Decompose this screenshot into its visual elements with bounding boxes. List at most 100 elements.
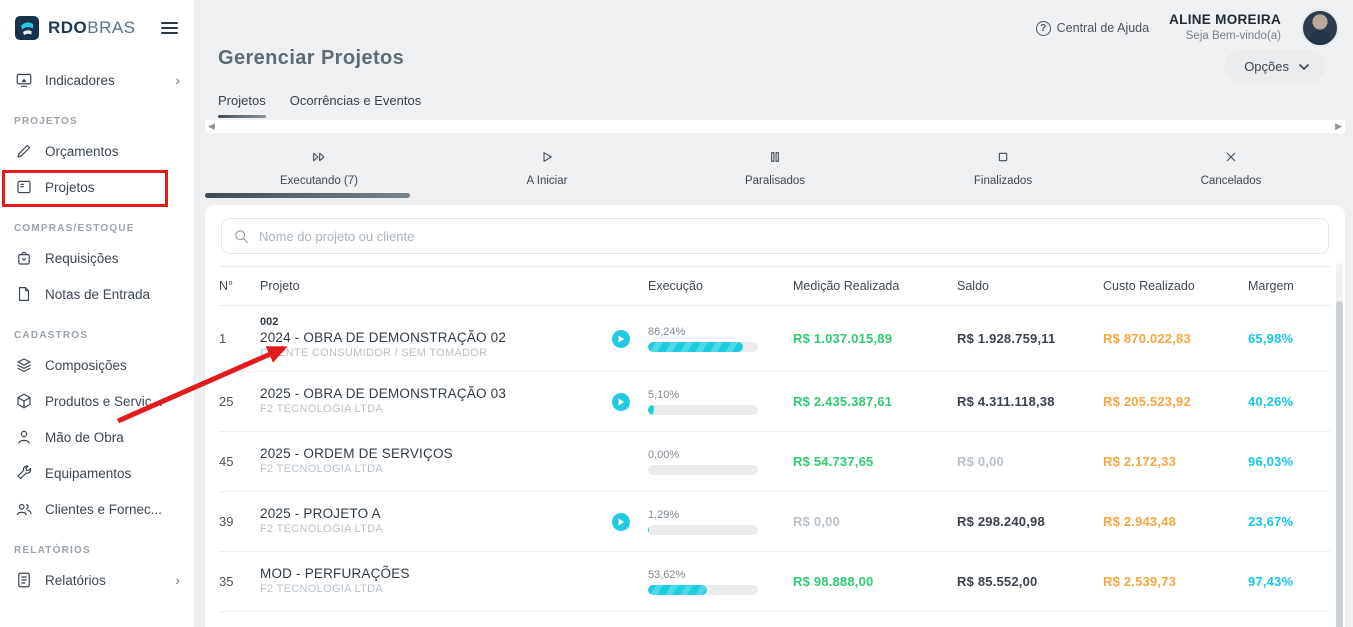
sidebar-item-notas-de-entrada[interactable]: Notas de Entrada ›: [0, 276, 194, 312]
sidebar-item-label: Orçamentos: [45, 144, 119, 159]
table-row[interactable]: 1 002 2024 - OBRA DE DEMONSTRAÇÃO 02 CLI…: [219, 306, 1331, 372]
play-icon: [539, 149, 555, 168]
table-row[interactable]: 35 MOD - PERFURAÇÕES F2 TECNOLOGIA LTDA …: [219, 552, 1331, 612]
status-tabs: Executando (7) A Iniciar Paralisados Fin…: [205, 138, 1345, 198]
row-number: 25: [219, 394, 260, 409]
saldo-value: R$ 1.928.759,11: [957, 331, 1103, 346]
scroll-right-icon[interactable]: ▶: [1335, 120, 1342, 133]
margem-value: 23,67%: [1248, 514, 1331, 529]
horizontal-scrollbar[interactable]: ◀ ▶: [205, 120, 1345, 133]
status-tab-paralisados[interactable]: Paralisados: [661, 138, 889, 198]
scrollbar-thumb[interactable]: [1336, 301, 1343, 627]
hamburger-menu-icon[interactable]: [161, 19, 178, 37]
status-tab-cancelados[interactable]: Cancelados: [1117, 138, 1345, 198]
project-name[interactable]: 2025 - ORDEM DE SERVIÇOS: [260, 446, 612, 463]
pencil-icon: [14, 142, 33, 161]
scroll-left-icon[interactable]: ◀: [208, 120, 215, 133]
medicao-realizada-value: R$ 2.435.387,61: [793, 394, 957, 409]
user-block[interactable]: ALINE MOREIRA Seja Bem-vindo(a): [1169, 12, 1281, 43]
user-name: ALINE MOREIRA: [1169, 12, 1281, 29]
sidebar-item-label: Mão de Obra: [45, 430, 124, 445]
pause-icon: [767, 149, 783, 168]
sidebar-item-projetos[interactable]: Projetos ›: [0, 169, 194, 205]
tab-ocorrencias-e-eventos[interactable]: Ocorrências e Eventos: [290, 93, 422, 118]
execution-progress-bar: [648, 585, 758, 595]
medicao-realizada-value: R$ 0,00: [793, 514, 957, 529]
status-label: Executando (7): [280, 175, 358, 187]
status-label: Cancelados: [1201, 175, 1262, 187]
execution-progress-bar: [648, 525, 758, 535]
user-avatar[interactable]: [1301, 9, 1339, 47]
sidebar-item-relato-rios[interactable]: Relatórios ›: [0, 562, 194, 598]
status-tab-a-iniciar[interactable]: A Iniciar: [433, 138, 661, 198]
sidebar-item-requisic-o-es[interactable]: Requisições ›: [0, 240, 194, 276]
col-custo-realizado: Custo Realizado: [1103, 279, 1248, 293]
status-label: A Iniciar: [527, 175, 568, 187]
topbar: ? Central de Ajuda ALINE MOREIRA Seja Be…: [1036, 9, 1339, 47]
people-icon: [14, 500, 33, 519]
help-center-link[interactable]: ? Central de Ajuda: [1036, 21, 1149, 36]
page-title: Gerenciar Projetos: [218, 47, 404, 70]
logo-row: RDOBRAS: [0, 0, 194, 54]
sidebar-item-clientes-e-fornec[interactable]: Clientes e Fornec... ›: [0, 491, 194, 527]
sidebar-item-label: Projetos: [45, 180, 95, 195]
medicao-realizada-value: R$ 1.037.015,89: [793, 331, 957, 346]
project-name[interactable]: 2024 - OBRA DE DEMONSTRAÇÃO 02: [260, 330, 612, 347]
status-tab-executando-7[interactable]: Executando (7): [205, 138, 433, 198]
tab-projetos[interactable]: Projetos: [218, 93, 266, 118]
sidebar-item-composic-o-es[interactable]: Composições ›: [0, 347, 194, 383]
project-name[interactable]: 2025 - OBRA DE DEMONSTRAÇÃO 03: [260, 386, 612, 403]
row-number: 1: [219, 331, 260, 346]
rdobras-logo-icon: [14, 15, 40, 41]
sidebar-item-orc-amentos[interactable]: Orçamentos ›: [0, 133, 194, 169]
execution-percentage: 1,29%: [648, 509, 793, 521]
sidebar-item-label: Indicadores: [45, 73, 115, 88]
sidebar-section-label: CADASTROS: [14, 330, 180, 343]
status-tab-finalizados[interactable]: Finalizados: [889, 138, 1117, 198]
custo-realizado-value: R$ 2.172,33: [1103, 454, 1248, 469]
execution-progress-bar: [648, 465, 758, 475]
search-bar: [221, 218, 1329, 254]
project-name[interactable]: MOD - PERFURAÇÕES: [260, 566, 612, 583]
fast-forward-icon: [311, 149, 327, 168]
execution-progress-bar: [648, 342, 758, 352]
sidebar-item-indicadores[interactable]: Indicadores ›: [0, 62, 194, 98]
project-name[interactable]: 2025 - PROJETO A: [260, 506, 612, 523]
search-input[interactable]: [259, 229, 1316, 244]
sidebar-item-label: Clientes e Fornec...: [45, 502, 162, 517]
margem-value: 65,98%: [1248, 331, 1331, 346]
chevron-right-icon: ›: [175, 73, 180, 87]
execution-percentage: 86,24%: [648, 326, 793, 338]
table-row[interactable]: 25 2025 - OBRA DE DEMONSTRAÇÃO 03 F2 TEC…: [219, 372, 1331, 432]
monitor-icon: [14, 71, 33, 90]
options-button[interactable]: Opções: [1224, 50, 1325, 83]
execution-percentage: 5,10%: [648, 389, 793, 401]
bag-icon: [14, 249, 33, 268]
help-center-label: Central de Ajuda: [1057, 21, 1149, 35]
chevron-down-icon: [1299, 64, 1309, 70]
table-vertical-scrollbar[interactable]: [1336, 263, 1343, 627]
project-client: F2 TECNOLOGIA LTDA: [260, 523, 612, 537]
project-client: F2 TECNOLOGIA LTDA: [260, 463, 612, 477]
sidebar-section-label: RELATÓRIOS: [14, 545, 180, 558]
execution-percentage: 53,62%: [648, 569, 793, 581]
medicao-realizada-value: R$ 54.737,65: [793, 454, 957, 469]
table-row[interactable]: 26 MODELO CONTRATO DE LOCAÇÃO 26,24% R$ …: [219, 612, 1331, 627]
wrench-icon: [14, 464, 33, 483]
sidebar-item-ma-o-de-obra[interactable]: Mão de Obra ›: [0, 419, 194, 455]
saldo-value: R$ 298.240,98: [957, 514, 1103, 529]
project-client: F2 TECNOLOGIA LTDA: [260, 403, 612, 417]
table-header: N° Projeto Execução Medição Realizada Sa…: [219, 266, 1331, 306]
execution-progress-bar: [648, 405, 758, 415]
chevron-right-icon: ›: [175, 573, 180, 587]
table-row[interactable]: 45 2025 - ORDEM DE SERVIÇOS F2 TECNOLOGI…: [219, 432, 1331, 492]
question-mark-icon: ?: [1036, 21, 1051, 36]
margem-value: 96,03%: [1248, 454, 1331, 469]
sidebar-item-equipamentos[interactable]: Equipamentos ›: [0, 455, 194, 491]
col-margem: Margem: [1248, 279, 1331, 293]
person-icon: [14, 428, 33, 447]
table-row[interactable]: 39 2025 - PROJETO A F2 TECNOLOGIA LTDA 1…: [219, 492, 1331, 552]
sidebar-item-produtos-e-servic[interactable]: Produtos e Serviç... ›: [0, 383, 194, 419]
report-icon: [14, 571, 33, 590]
sidebar-item-label: Composições: [45, 358, 127, 373]
